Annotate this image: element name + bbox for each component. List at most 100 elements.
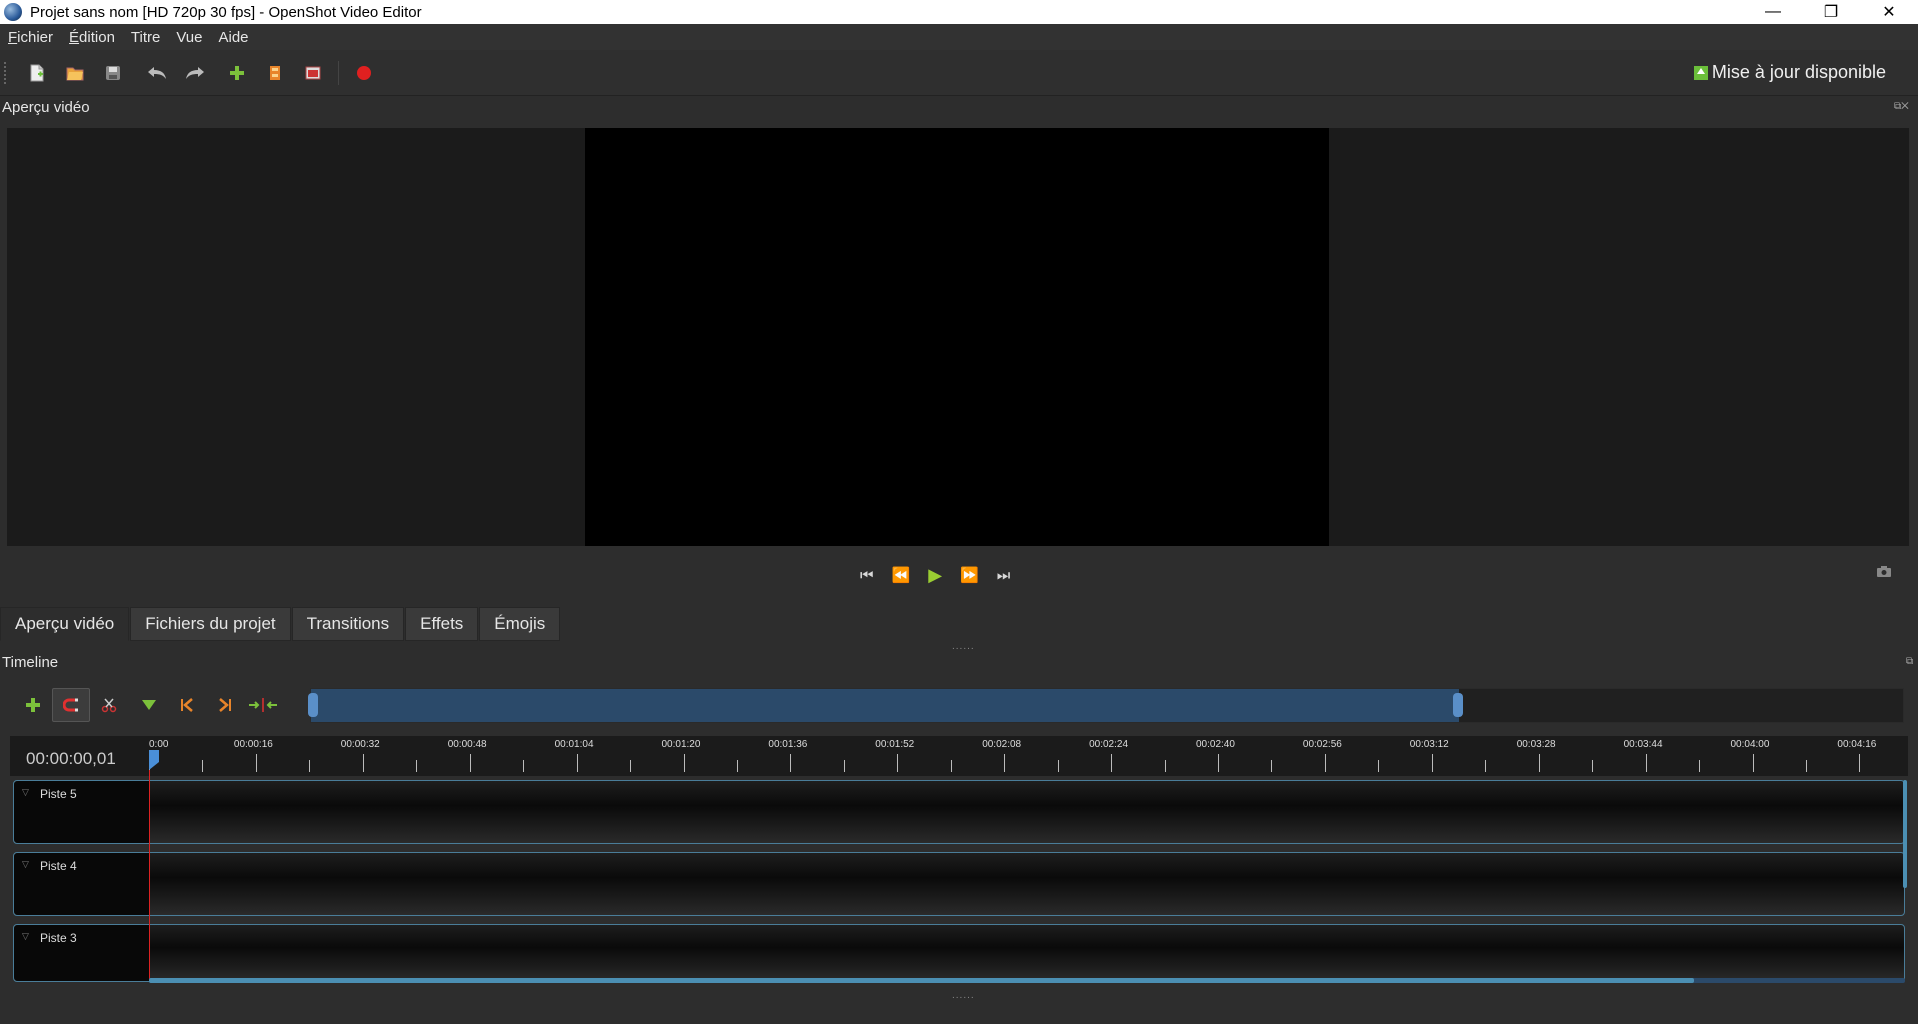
toolbar-grip[interactable] [4, 61, 8, 84]
update-label: Mise à jour disponible [1711, 62, 1886, 82]
track-header[interactable]: ▽ Piste 4 [14, 853, 150, 915]
timeline-zoom-slider[interactable] [308, 688, 1904, 723]
ruler-label: 00:01:04 [554, 739, 594, 750]
new-project-button[interactable] [18, 58, 56, 88]
zoom-right-handle[interactable] [1452, 693, 1463, 717]
ruler-tick [1378, 760, 1380, 772]
ruler-tick [1004, 754, 1006, 772]
menu-vue[interactable]: Vue [168, 29, 210, 46]
razor-tool-button[interactable] [90, 688, 128, 722]
track-collapse-icon[interactable]: ▽ [22, 931, 29, 942]
ruler-tick [736, 760, 738, 772]
ruler-label: 0:00 [149, 739, 169, 750]
ruler-label: 00:03:12 [1409, 739, 1449, 750]
timeline-dock-float-icon[interactable]: ⧉ [1906, 656, 1913, 667]
fullscreen-button[interactable] [294, 58, 332, 88]
toolbar-separator [338, 60, 339, 85]
track-row[interactable]: ▽ Piste 5 [13, 780, 1905, 844]
tab-effects[interactable]: Effets [405, 607, 479, 641]
zoom-left-handle[interactable] [308, 693, 318, 717]
tab-video-preview[interactable]: Aperçu vidéo [0, 607, 130, 641]
update-available-button[interactable]: Mise à jour disponible [1693, 62, 1886, 83]
track-header[interactable]: ▽ Piste 3 [14, 925, 150, 981]
jump-end-button[interactable]: ⏭ [997, 567, 1011, 584]
next-marker-button[interactable] [206, 688, 244, 722]
track-collapse-icon[interactable]: ▽ [22, 859, 29, 870]
tab-transitions[interactable]: Transitions [291, 607, 405, 641]
minimize-button[interactable]: — [1744, 0, 1802, 24]
ruler-tick [1111, 754, 1113, 772]
timeline-vertical-scrollbar[interactable] [1903, 780, 1907, 888]
current-timecode: 00:00:00,01 [26, 749, 116, 768]
new-project-icon [30, 64, 44, 81]
menu-titre[interactable]: Titre [123, 29, 168, 46]
zoom-selection-range[interactable] [311, 689, 1459, 722]
menu-edition[interactable]: Édition [61, 29, 123, 46]
ruler-tick [416, 760, 418, 772]
previous-marker-icon [181, 698, 193, 712]
ruler-label: 00:03:28 [1516, 739, 1556, 750]
tab-emojis[interactable]: Émojis [479, 607, 561, 641]
track-row[interactable]: ▽ Piste 3 [13, 924, 1905, 982]
add-track-icon [26, 698, 40, 712]
ruler-tick [1057, 760, 1059, 772]
close-button[interactable]: ✕ [1860, 0, 1918, 24]
ruler-tick [790, 754, 792, 772]
ruler-label: 00:02:08 [982, 739, 1022, 750]
ruler-tick [1645, 754, 1647, 772]
ruler-label: 00:01:36 [768, 739, 808, 750]
ruler-tick [362, 754, 364, 772]
menu-fichier[interactable]: Fichier [0, 29, 61, 46]
play-button[interactable]: ▶ [928, 565, 942, 586]
ruler-tick [843, 760, 845, 772]
save-project-button[interactable] [94, 58, 132, 88]
snapping-toggle-button[interactable] [52, 688, 90, 722]
profile-button[interactable] [256, 58, 294, 88]
export-video-button[interactable] [345, 58, 383, 88]
profile-icon [270, 65, 280, 80]
tab-project-files[interactable]: Fichiers du projet [130, 607, 291, 641]
track-collapse-icon[interactable]: ▽ [22, 787, 29, 798]
dock-float-close-icon[interactable]: ⧉✕ [1894, 101, 1909, 112]
main-toolbar: Mise à jour disponible [0, 50, 1918, 96]
undo-button[interactable] [138, 58, 176, 88]
ruler-label: 00:03:44 [1623, 739, 1663, 750]
redo-button[interactable] [176, 58, 214, 88]
center-timeline-button[interactable] [244, 688, 282, 722]
menu-aide[interactable]: Aide [211, 29, 257, 46]
jump-start-button[interactable]: ⏮ [860, 567, 874, 584]
fast-forward-button[interactable]: ⏩ [960, 566, 979, 584]
export-video-icon [357, 65, 371, 80]
rewind-button[interactable]: ⏪ [892, 566, 911, 584]
track-row[interactable]: ▽ Piste 4 [13, 852, 1905, 916]
window-titlebar: Projet sans nom [HD 720p 30 fps] - OpenS… [0, 0, 1918, 24]
ruler-label: 00:00:16 [233, 739, 273, 750]
bottom-splitter-handle[interactable]: ...... [952, 990, 975, 1001]
track-header[interactable]: ▽ Piste 5 [14, 781, 150, 843]
previous-marker-button[interactable] [168, 688, 206, 722]
ruler-label: 00:02:56 [1302, 739, 1342, 750]
ruler-tick [202, 760, 204, 772]
ruler-tick [683, 754, 685, 772]
splitter-handle[interactable]: ...... [952, 641, 975, 652]
import-files-icon [230, 65, 244, 80]
ruler-label: 00:01:52 [875, 739, 915, 750]
timeline-horizontal-scrollbar[interactable] [149, 978, 1695, 983]
maximize-button[interactable]: ❐ [1802, 0, 1860, 24]
import-files-button[interactable] [218, 58, 256, 88]
ruler-tick [630, 760, 632, 772]
undo-icon [148, 66, 166, 79]
track-name: Piste 3 [40, 931, 77, 945]
ruler-tick [1592, 760, 1594, 772]
add-marker-button[interactable] [130, 688, 168, 722]
ruler-tick [1271, 760, 1273, 772]
ruler-tick [255, 754, 257, 772]
preview-dock-title: Aperçu vidéo [2, 99, 90, 116]
save-project-icon [106, 65, 120, 80]
open-project-button[interactable] [56, 58, 94, 88]
track-name: Piste 4 [40, 859, 77, 873]
add-track-button[interactable] [14, 688, 52, 722]
ruler-label: 00:04:16 [1837, 739, 1877, 750]
camera-snapshot-icon[interactable] [1876, 565, 1892, 581]
open-project-icon [66, 67, 84, 80]
